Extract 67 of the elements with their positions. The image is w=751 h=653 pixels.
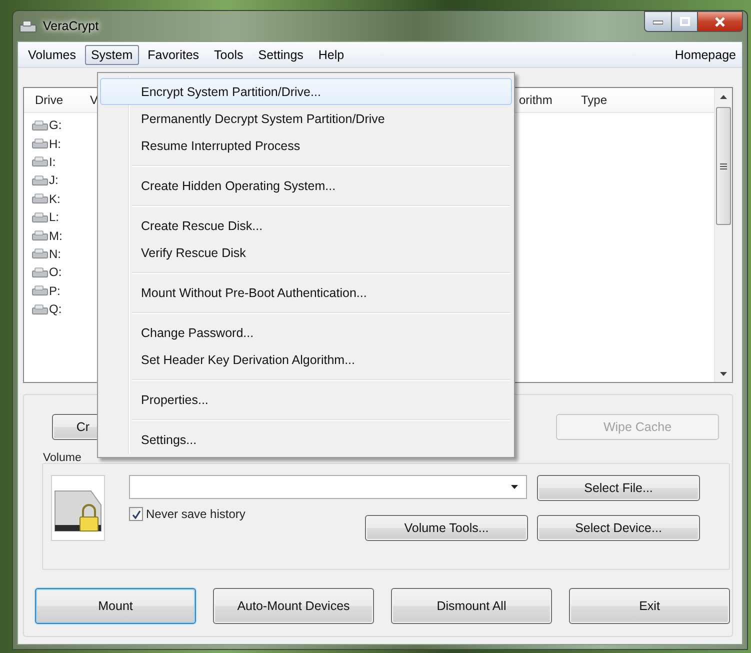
menu-item[interactable]: Create Hidden Operating System... — [100, 172, 512, 199]
action-button[interactable]: Exit — [569, 588, 730, 624]
select-device-button[interactable]: Select Device... — [537, 515, 700, 541]
drive-icon — [32, 304, 48, 315]
column-header[interactable]: Type — [581, 93, 608, 107]
drive-letter: Q: — [49, 302, 62, 316]
column-header[interactable]: orithm — [519, 93, 581, 107]
drive-letter: O: — [49, 265, 62, 280]
checkbox-label: Never save history — [146, 507, 246, 521]
maximize-icon — [680, 17, 690, 26]
action-button[interactable]: Mount — [35, 588, 196, 624]
scrollbar[interactable] — [714, 88, 732, 382]
drive-icon — [32, 138, 48, 150]
drive-letter: I: — [49, 154, 56, 169]
menu-item[interactable]: Verify Rescue Disk — [100, 239, 512, 266]
menu-item[interactable]: Change Password... — [100, 319, 512, 346]
menu-item[interactable]: Favorites — [142, 44, 206, 64]
drive-letter: P: — [49, 284, 60, 298]
checkbox[interactable] — [129, 507, 143, 521]
window-title: VeraCrypt — [43, 19, 99, 33]
select-file-button[interactable]: Select File... — [537, 475, 700, 501]
dropdown-icon — [511, 485, 518, 489]
menu-item[interactable]: System — [84, 44, 139, 64]
menu-item[interactable]: Mount Without Pre-Boot Authentication... — [100, 279, 512, 306]
drive-icon — [32, 212, 48, 223]
menu-item[interactable]: Resume Interrupted Process — [100, 132, 512, 159]
drive-letter: G: — [49, 118, 62, 132]
drive-icon — [32, 248, 48, 260]
column-header[interactable]: Drive — [24, 93, 90, 107]
close-button[interactable] — [698, 11, 743, 32]
drive-icon — [32, 230, 48, 242]
drive-icon — [32, 193, 48, 204]
menu-item[interactable]: Tools — [208, 44, 250, 64]
menu-item[interactable]: Set Header Key Derivation Algorithm... — [100, 346, 512, 373]
drive-letter: K: — [49, 192, 60, 206]
minimize-button[interactable] — [644, 11, 672, 32]
drive-letter: L: — [49, 210, 60, 224]
drive-icon — [32, 266, 48, 278]
menu-item[interactable]: Help — [312, 44, 350, 64]
drive-letter: M: — [49, 228, 62, 243]
app-icon — [19, 18, 37, 34]
minimize-icon — [653, 18, 663, 24]
scroll-up-icon — [720, 94, 727, 98]
maximize-button[interactable] — [672, 11, 698, 32]
grip-icon — [720, 162, 727, 170]
scroll-down-icon — [720, 372, 727, 376]
menu-item[interactable]: Create Rescue Disk... — [100, 212, 512, 239]
menu-item[interactable]: Permanently Decrypt System Partition/Drive — [100, 105, 512, 132]
check-icon — [132, 510, 140, 518]
menu-item[interactable]: Settings — [252, 44, 310, 64]
action-button[interactable]: Auto-Mount Devices — [213, 588, 374, 624]
drive-letter: J: — [49, 173, 58, 188]
menu-item[interactable]: Volumes — [22, 44, 82, 64]
locked-drive-icon — [51, 475, 105, 541]
volume-label: Volume — [43, 452, 82, 464]
drive-letter: N: — [49, 246, 61, 261]
drive-letter: H: — [49, 136, 61, 151]
action-button[interactable]: Dismount All — [391, 588, 552, 624]
close-icon — [714, 16, 726, 26]
volume-tools-button[interactable]: Volume Tools... — [365, 515, 528, 541]
drive-icon — [32, 156, 48, 168]
menu-item[interactable]: Properties... — [100, 386, 512, 413]
homepage-link[interactable]: Homepage — [674, 48, 736, 62]
menu-item[interactable]: Encrypt System Partition/Drive... — [100, 78, 512, 105]
drive-icon — [32, 285, 48, 296]
drive-icon — [32, 120, 48, 131]
drive-icon — [32, 174, 48, 186]
